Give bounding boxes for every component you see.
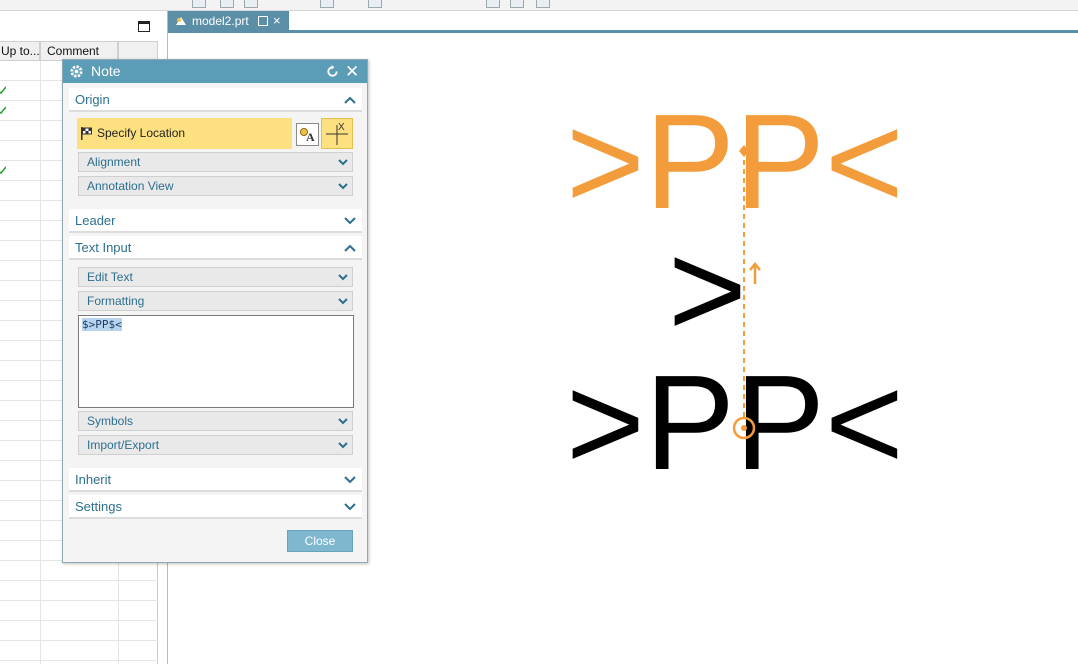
group-label: Text Input (75, 240, 132, 255)
toolbar-button[interactable] (510, 0, 524, 8)
toolbar-button[interactable] (320, 0, 334, 8)
subgroup-annotation-view[interactable]: Annotation View (78, 176, 353, 196)
specify-location-row[interactable]: Specify Location (77, 118, 292, 149)
group-leader[interactable]: Leader (69, 209, 362, 233)
toolbar-button[interactable] (536, 0, 550, 8)
group-label: Origin (75, 92, 110, 107)
subgroup-label: Edit Text (87, 270, 133, 284)
note-text-value: $>PP$< (82, 318, 122, 331)
check-icon (0, 166, 6, 174)
flag-icon (81, 127, 92, 140)
subgroup-symbols[interactable]: Symbols (78, 411, 353, 431)
origin-handle-center (741, 425, 747, 431)
check-icon (0, 86, 6, 94)
group-label: Inherit (75, 472, 112, 487)
check-icon (0, 106, 6, 114)
nx-window: Up to... Comment model2.prt × >PP< > >PP… (0, 0, 1078, 664)
group-text-input[interactable]: Text Input (69, 236, 362, 260)
specify-location-label: Specify Location (97, 126, 186, 140)
chevron-down-icon (338, 442, 348, 449)
dialog-titlebar[interactable]: Note ✕ (63, 60, 367, 83)
table-row[interactable] (0, 621, 158, 641)
chevron-up-icon (344, 244, 356, 252)
navigator-topbar (0, 11, 158, 41)
reset-icon[interactable] (325, 64, 340, 79)
close-icon[interactable]: ✕ (345, 60, 359, 83)
part-file-icon (176, 17, 186, 25)
chevron-up-icon (344, 96, 356, 104)
chevron-down-icon (338, 159, 348, 166)
subgroup-import-export[interactable]: Import/Export (78, 435, 353, 455)
point-dialog-button[interactable]: X (321, 118, 353, 149)
subgroup-label: Annotation View (87, 179, 174, 193)
toolbar (0, 0, 1078, 11)
placed-note-text-partial: > (668, 214, 747, 365)
svg-text:X: X (338, 122, 345, 133)
gear-icon[interactable] (69, 64, 84, 79)
chevron-down-icon (344, 217, 356, 225)
table-row[interactable] (0, 561, 158, 581)
toolbar-button[interactable] (244, 0, 258, 8)
subgroup-label: Alignment (87, 155, 141, 169)
tab-label: model2.prt (192, 14, 249, 28)
point-icon: X (326, 122, 348, 145)
table-row[interactable] (0, 601, 158, 621)
maximize-icon[interactable] (138, 21, 150, 32)
tab-model2[interactable]: model2.prt × (168, 11, 289, 31)
subgroup-label: Formatting (87, 294, 145, 308)
table-row[interactable] (0, 581, 158, 601)
dialog-title: Note (91, 63, 121, 79)
toolbar-button[interactable] (192, 0, 206, 8)
group-origin[interactable]: Origin (69, 88, 362, 112)
subgroup-label: Symbols (87, 414, 134, 428)
text-location-button[interactable]: A (296, 123, 319, 146)
subgroup-edit-text[interactable]: Edit Text (78, 267, 353, 287)
chevron-down-icon (338, 418, 348, 425)
group-settings[interactable]: Settings (69, 495, 362, 519)
popout-icon[interactable] (258, 16, 268, 26)
column-header-comment[interactable]: Comment (40, 41, 118, 61)
note-text-editor[interactable]: $>PP$< (78, 315, 354, 408)
group-inherit[interactable]: Inherit (69, 468, 362, 492)
chevron-down-icon (338, 274, 348, 281)
close-icon[interactable]: × (273, 11, 281, 31)
chevron-down-icon (344, 476, 356, 484)
text-location-icon: A (300, 128, 315, 144)
subgroup-label: Import/Export (87, 438, 160, 452)
table-row[interactable] (0, 641, 158, 661)
subgroup-formatting[interactable]: Formatting (78, 291, 353, 311)
toolbar-button[interactable] (486, 0, 500, 8)
chevron-down-icon (344, 503, 356, 511)
chevron-down-icon (338, 298, 348, 305)
subgroup-alignment[interactable]: Alignment (78, 152, 353, 172)
close-button[interactable]: Close (287, 530, 353, 552)
column-header-extra[interactable] (118, 41, 158, 61)
direction-arrow-icon[interactable] (749, 262, 761, 284)
chevron-down-icon (338, 183, 348, 190)
toolbar-button[interactable] (368, 0, 382, 8)
svg-text:A: A (306, 130, 315, 144)
graphics-tab-strip: model2.prt × (168, 11, 1078, 33)
note-dialog: Note ✕ Origin Specify Location A X Align… (62, 59, 368, 563)
toolbar-button[interactable] (220, 0, 234, 8)
column-header-up-to[interactable]: Up to... (0, 41, 40, 61)
group-label: Leader (75, 213, 116, 228)
group-label: Settings (75, 499, 122, 514)
